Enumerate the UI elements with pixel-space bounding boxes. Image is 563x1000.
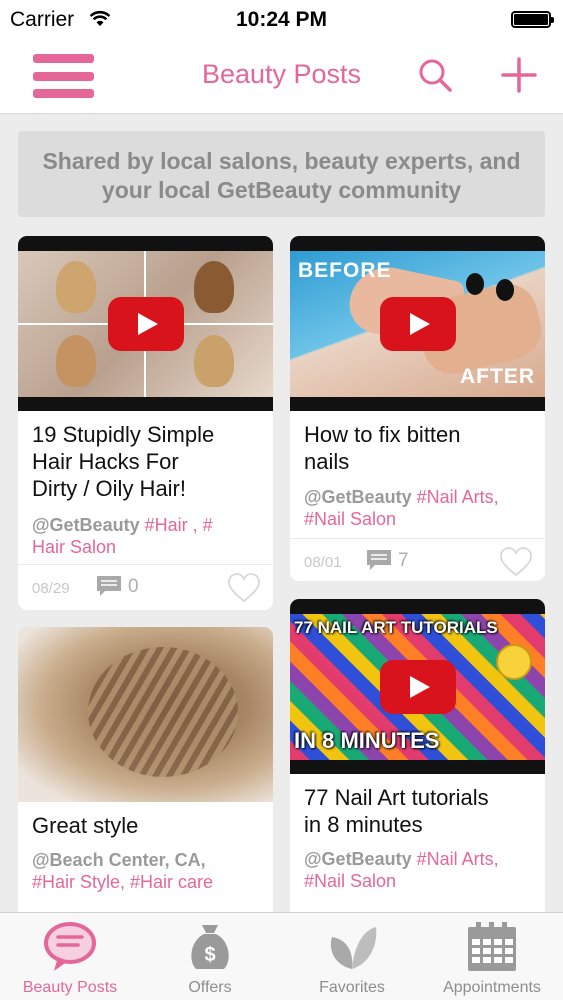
post-title: 77 Nail Art tutorials in 8 minutes (304, 784, 535, 838)
post-image[interactable] (18, 627, 273, 802)
tab-appointments[interactable]: Appointments (422, 913, 562, 1000)
play-button-icon[interactable] (379, 659, 456, 714)
thumbnail-caption-top: 77 NAIL ART TUTORIALS (294, 618, 498, 637)
post-card-great-style[interactable]: Great style @Beach Center, CA, #Hair Sty… (18, 627, 273, 912)
post-title-line: Hair Hacks For (32, 449, 179, 474)
post-tags: @GetBeauty #Nail Arts, #Nail Salon (304, 486, 535, 530)
post-author-link[interactable]: @Beach Center, CA, (32, 850, 206, 870)
post-footer: 08/29 0 (18, 564, 273, 610)
add-post-icon[interactable] (500, 56, 538, 94)
thumbnail-caption-bottom: IN 8 MINUTES (294, 728, 440, 753)
tab-beauty-posts[interactable]: Beauty Posts (0, 913, 140, 1000)
tag-link[interactable]: Hair Salon (32, 537, 116, 557)
post-tags: @Beach Center, CA, #Hair Style, #Hair ca… (32, 849, 263, 893)
tab-bar: Beauty Posts $ Offers Favorites Appointm… (0, 912, 563, 1000)
calendar-icon (468, 922, 516, 971)
banner-line-2: your local GetBeauty community (101, 177, 462, 203)
heart-icon[interactable] (500, 547, 532, 577)
tag-link[interactable]: #Hair , # (145, 515, 213, 535)
comment-icon[interactable] (96, 575, 122, 597)
tag-link[interactable]: #Hair Style, #Hair care (32, 872, 213, 892)
play-button-icon[interactable] (107, 296, 184, 351)
video-thumbnail[interactable] (18, 236, 273, 411)
comment-icon[interactable] (366, 549, 392, 571)
tag-link[interactable]: #Nail Salon (304, 871, 396, 891)
leaves-icon (330, 927, 377, 969)
video-thumbnail[interactable]: BEFORE AFTER (290, 236, 545, 411)
post-title: 19 Stupidly Simple Hair Hacks For Dirty … (32, 421, 263, 502)
search-icon[interactable] (416, 56, 454, 94)
tab-label: Appointments (443, 979, 541, 996)
post-date: 08/29 (32, 580, 70, 597)
tab-favorites[interactable]: Favorites (282, 913, 422, 1000)
tab-label: Beauty Posts (22, 979, 118, 996)
svg-text:$: $ (204, 944, 215, 966)
chat-bubble-icon (44, 922, 96, 971)
heart-icon[interactable] (228, 573, 260, 603)
post-date: 08/01 (304, 554, 342, 571)
navigation-bar: Beauty Posts (0, 38, 563, 114)
post-author-link[interactable]: @GetBeauty (32, 515, 140, 535)
post-author-link[interactable]: @GetBeauty (304, 487, 412, 507)
status-bar: Carrier 10:24 PM (0, 0, 563, 38)
community-banner: Shared by local salons, beauty experts, … (18, 131, 545, 217)
play-button-icon[interactable] (379, 296, 456, 351)
banner-line-1: Shared by local salons, beauty experts, … (42, 148, 521, 174)
post-title-line: 19 Stupidly Simple (32, 422, 215, 447)
post-tags: @GetBeauty #Hair , # Hair Salon (32, 514, 263, 558)
thumbnail-caption-top: BEFORE (298, 259, 392, 282)
post-title-line: How to fix bitten (304, 422, 461, 447)
tag-link[interactable]: #Nail Arts, (417, 487, 499, 507)
video-thumbnail[interactable]: 77 NAIL ART TUTORIALS IN 8 MINUTES (290, 599, 545, 774)
battery-icon (511, 11, 554, 28)
emoji-icon (496, 644, 532, 680)
post-title: How to fix bitten nails (304, 421, 535, 475)
post-card-nail-art[interactable]: 77 NAIL ART TUTORIALS IN 8 MINUTES 77 Na… (290, 599, 545, 912)
comment-count: 7 (398, 550, 409, 571)
post-title-line: in 8 minutes (304, 812, 423, 837)
post-tags: @GetBeauty #Nail Arts, #Nail Salon (304, 848, 535, 892)
post-card-bitten-nails[interactable]: BEFORE AFTER How to fix bitten nails @Ge… (290, 236, 545, 581)
post-title: Great style (32, 812, 263, 839)
post-title-line: Great style (32, 813, 139, 838)
thumbnail-caption-bottom: AFTER (460, 365, 535, 388)
clock: 10:24 PM (235, 8, 328, 31)
post-title-line: nails (304, 449, 350, 474)
post-title-line: 77 Nail Art tutorials (304, 785, 489, 810)
comment-count: 0 (128, 576, 139, 597)
tab-offers[interactable]: $ Offers (140, 913, 280, 1000)
post-author-link[interactable]: @GetBeauty (304, 849, 412, 869)
tag-link[interactable]: #Nail Arts, (417, 849, 499, 869)
tab-label: Favorites (319, 979, 385, 996)
post-title-line: Dirty / Oily Hair! (32, 476, 186, 501)
posts-feed[interactable]: Shared by local salons, beauty experts, … (0, 115, 563, 912)
tab-label: Offers (188, 979, 232, 996)
post-footer: 08/01 7 (290, 538, 545, 581)
money-bag-icon: $ (191, 925, 229, 969)
hamburger-menu-icon[interactable] (33, 54, 94, 98)
tag-link[interactable]: #Nail Salon (304, 509, 396, 529)
post-card-hair-hacks[interactable]: 19 Stupidly Simple Hair Hacks For Dirty … (18, 236, 273, 610)
